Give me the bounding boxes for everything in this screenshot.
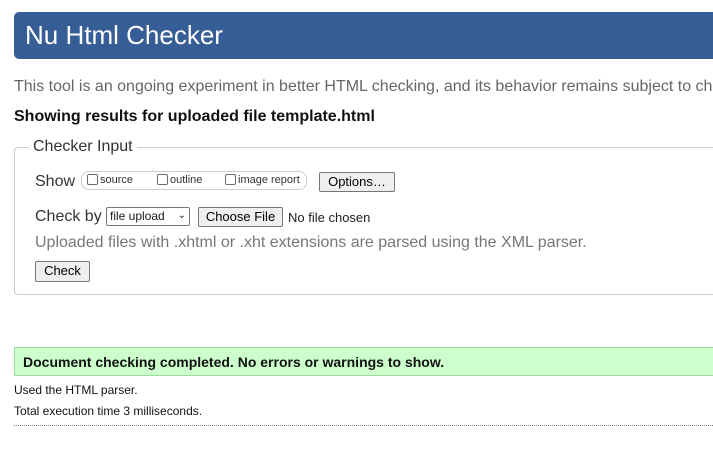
outline-checkbox-label[interactable]: outline xyxy=(170,173,202,187)
header-banner: Nu Html Checker xyxy=(14,12,713,59)
source-checkbox[interactable] xyxy=(87,174,98,185)
check-by-select[interactable]: file upload ⌄ xyxy=(106,207,190,226)
checker-input-fieldset: Checker Input Show source outline image … xyxy=(14,137,713,295)
results-heading: Showing results for uploaded file templa… xyxy=(14,108,375,125)
intro-text: This tool is an ongoing experiment in be… xyxy=(14,78,713,95)
options-button[interactable]: Options… xyxy=(319,172,395,192)
checker-input-legend: Checker Input xyxy=(29,137,137,157)
check-button[interactable]: Check xyxy=(35,261,90,282)
parser-note: Used the HTML parser. xyxy=(14,383,138,397)
xml-parser-help-text: Uploaded files with .xhtml or .xht exten… xyxy=(35,234,587,251)
image-report-checkbox-label[interactable]: image report xyxy=(238,173,300,187)
divider xyxy=(14,425,713,426)
no-file-chosen-text: No file chosen xyxy=(288,210,371,225)
success-message: Document checking completed. No errors o… xyxy=(23,354,445,370)
choose-file-button[interactable]: Choose File xyxy=(198,207,283,227)
page-title: Nu Html Checker xyxy=(25,20,223,50)
source-checkbox-label[interactable]: source xyxy=(100,173,133,187)
check-by-label: Check by xyxy=(35,208,102,225)
success-message-box: Document checking completed. No errors o… xyxy=(14,347,713,376)
image-report-checkbox[interactable] xyxy=(225,174,236,185)
outline-checkbox[interactable] xyxy=(157,174,168,185)
show-options-group: source outline image report xyxy=(81,171,307,190)
execution-time: Total execution time 3 milliseconds. xyxy=(14,404,203,418)
check-by-selected-value: file upload xyxy=(110,209,165,223)
show-label: Show xyxy=(35,173,76,190)
chevron-down-icon: ⌄ xyxy=(177,210,186,221)
